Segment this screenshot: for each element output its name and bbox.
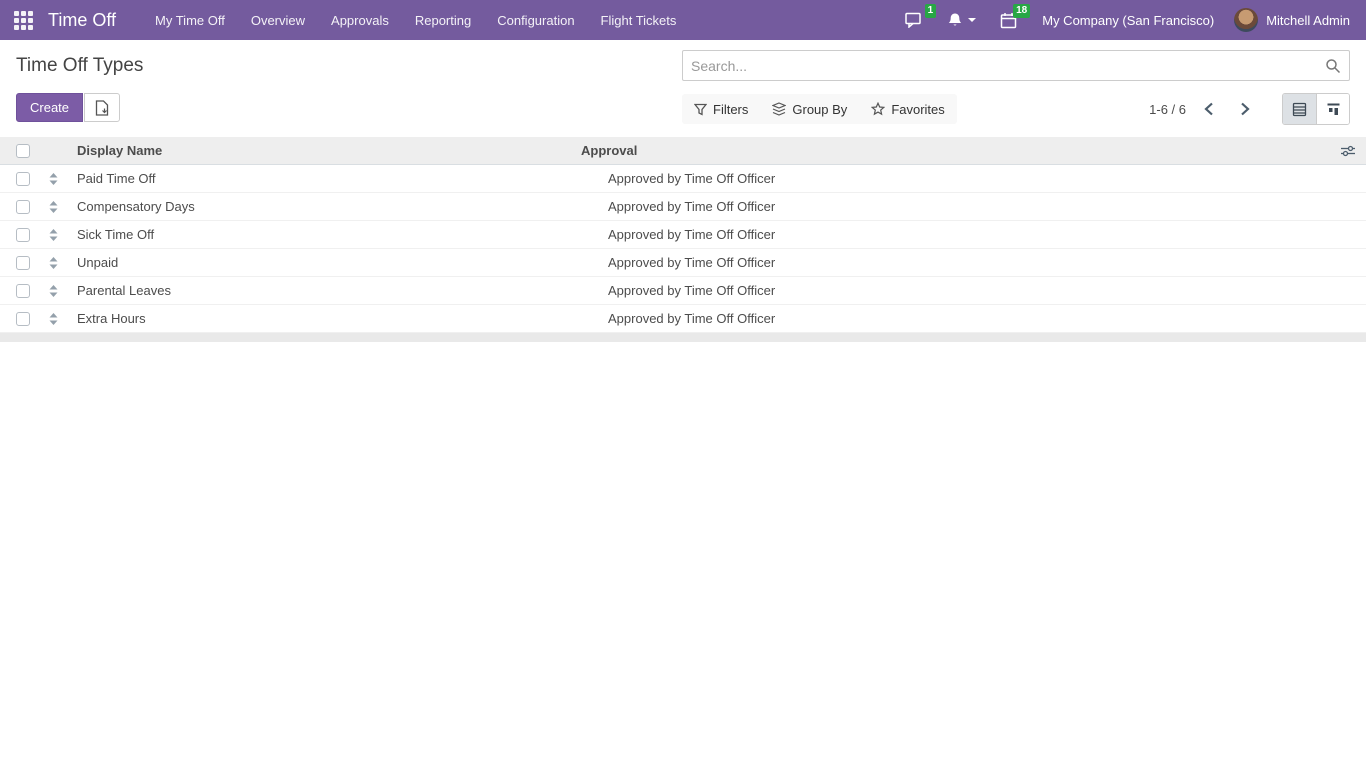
import-button[interactable] bbox=[84, 93, 120, 122]
approval-cell[interactable]: Approved by Time Off Officer bbox=[608, 255, 1366, 270]
display-name-cell[interactable]: Compensatory Days bbox=[67, 199, 608, 214]
company-switcher[interactable]: My Company (San Francisco) bbox=[1032, 13, 1224, 28]
topbar: Time Off My Time Off Overview Approvals … bbox=[0, 0, 1366, 40]
row-checkbox[interactable] bbox=[16, 228, 30, 242]
apps-menu-button[interactable] bbox=[0, 0, 46, 40]
optional-columns-button[interactable] bbox=[1336, 137, 1360, 164]
display-name-cell[interactable]: Parental Leaves bbox=[67, 283, 608, 298]
page-title: Time Off Types bbox=[16, 55, 143, 77]
approval-cell[interactable]: Approved by Time Off Officer bbox=[608, 283, 1366, 298]
display-name-cell[interactable]: Extra Hours bbox=[67, 311, 608, 326]
menu-item-overview[interactable]: Overview bbox=[238, 0, 318, 40]
chevron-right-icon bbox=[1240, 102, 1250, 116]
user-menu[interactable]: Mitchell Admin bbox=[1230, 8, 1354, 32]
row-checkbox[interactable] bbox=[16, 172, 30, 186]
layers-icon bbox=[772, 102, 786, 116]
main-menu: My Time Off Overview Approvals Reporting… bbox=[142, 0, 689, 40]
chevron-left-icon bbox=[1204, 102, 1214, 116]
kanban-view-button[interactable] bbox=[1316, 94, 1349, 124]
row-checkbox[interactable] bbox=[16, 284, 30, 298]
pager-value: 1-6 / 6 bbox=[1149, 102, 1186, 117]
menu-item-my-time-off[interactable]: My Time Off bbox=[142, 0, 238, 40]
messages-button[interactable]: 1 bbox=[896, 6, 932, 34]
chat-icon bbox=[905, 12, 923, 28]
drag-handle-icon[interactable] bbox=[40, 313, 67, 325]
select-all-checkbox[interactable] bbox=[16, 144, 30, 158]
filter-icon bbox=[694, 103, 707, 116]
column-header-approval[interactable]: Approval bbox=[581, 143, 1366, 158]
view-switcher bbox=[1282, 93, 1350, 125]
drag-handle-icon[interactable] bbox=[40, 201, 67, 213]
user-name: Mitchell Admin bbox=[1266, 13, 1350, 28]
chevron-down-icon bbox=[968, 18, 976, 22]
menu-item-reporting[interactable]: Reporting bbox=[402, 0, 484, 40]
filters-button[interactable]: Filters bbox=[682, 94, 760, 124]
drag-handle-icon[interactable] bbox=[40, 229, 67, 241]
column-header-display-name[interactable]: Display Name bbox=[40, 143, 581, 158]
display-name-cell[interactable]: Paid Time Off bbox=[67, 171, 608, 186]
table-row[interactable]: Sick Time Off Approved by Time Off Offic… bbox=[0, 221, 1366, 249]
list-view-button[interactable] bbox=[1283, 94, 1316, 124]
import-icon bbox=[95, 100, 109, 116]
search-input[interactable] bbox=[691, 58, 1325, 74]
menu-item-approvals[interactable]: Approvals bbox=[318, 0, 402, 40]
approval-cell[interactable]: Approved by Time Off Officer bbox=[608, 171, 1366, 186]
app-title[interactable]: Time Off bbox=[48, 10, 116, 31]
create-button[interactable]: Create bbox=[16, 93, 83, 122]
table-row[interactable]: Extra Hours Approved by Time Off Officer bbox=[0, 305, 1366, 333]
approval-cell[interactable]: Approved by Time Off Officer bbox=[608, 199, 1366, 214]
sliders-icon bbox=[1340, 144, 1356, 158]
calendar-badge: 18 bbox=[1013, 4, 1030, 18]
pager-previous-button[interactable] bbox=[1196, 98, 1222, 120]
display-name-cell[interactable]: Unpaid bbox=[67, 255, 608, 270]
menu-item-configuration[interactable]: Configuration bbox=[484, 0, 587, 40]
drag-handle-icon[interactable] bbox=[40, 257, 67, 269]
table-row[interactable]: Parental Leaves Approved by Time Off Off… bbox=[0, 277, 1366, 305]
drag-handle-icon[interactable] bbox=[40, 285, 67, 297]
time-off-types-list: Display Name Approval Paid Time Off Appr… bbox=[0, 137, 1366, 342]
table-row[interactable]: Unpaid Approved by Time Off Officer bbox=[0, 249, 1366, 277]
pager: 1-6 / 6 bbox=[1149, 93, 1350, 125]
control-panel: Time Off Types Create bbox=[0, 40, 1366, 137]
list-header: Display Name Approval bbox=[0, 137, 1366, 165]
activities-button[interactable] bbox=[938, 6, 985, 34]
kanban-view-icon bbox=[1326, 102, 1341, 117]
messages-badge: 1 bbox=[925, 4, 937, 18]
pager-next-button[interactable] bbox=[1232, 98, 1258, 120]
search-box bbox=[682, 50, 1350, 81]
bell-icon bbox=[947, 12, 963, 28]
table-row[interactable]: Paid Time Off Approved by Time Off Offic… bbox=[0, 165, 1366, 193]
approval-cell[interactable]: Approved by Time Off Officer bbox=[608, 311, 1366, 326]
favorites-button[interactable]: Favorites bbox=[859, 94, 956, 124]
calendar-button[interactable]: 18 bbox=[991, 6, 1026, 35]
drag-handle-icon[interactable] bbox=[40, 173, 67, 185]
menu-item-flight-tickets[interactable]: Flight Tickets bbox=[588, 0, 690, 40]
row-checkbox[interactable] bbox=[16, 200, 30, 214]
filter-bar: Filters Group By Favorites bbox=[682, 94, 957, 124]
row-checkbox[interactable] bbox=[16, 256, 30, 270]
apps-grid-icon bbox=[14, 11, 33, 30]
table-row[interactable]: Compensatory Days Approved by Time Off O… bbox=[0, 193, 1366, 221]
approval-cell[interactable]: Approved by Time Off Officer bbox=[608, 227, 1366, 242]
row-checkbox[interactable] bbox=[16, 312, 30, 326]
star-icon bbox=[871, 102, 885, 116]
group-by-button[interactable]: Group By bbox=[760, 94, 859, 124]
avatar bbox=[1234, 8, 1258, 32]
list-footer-strip bbox=[0, 333, 1366, 342]
search-icon[interactable] bbox=[1325, 58, 1341, 74]
action-buttons: Create bbox=[16, 93, 120, 122]
list-view-icon bbox=[1292, 102, 1307, 117]
display-name-cell[interactable]: Sick Time Off bbox=[67, 227, 608, 242]
